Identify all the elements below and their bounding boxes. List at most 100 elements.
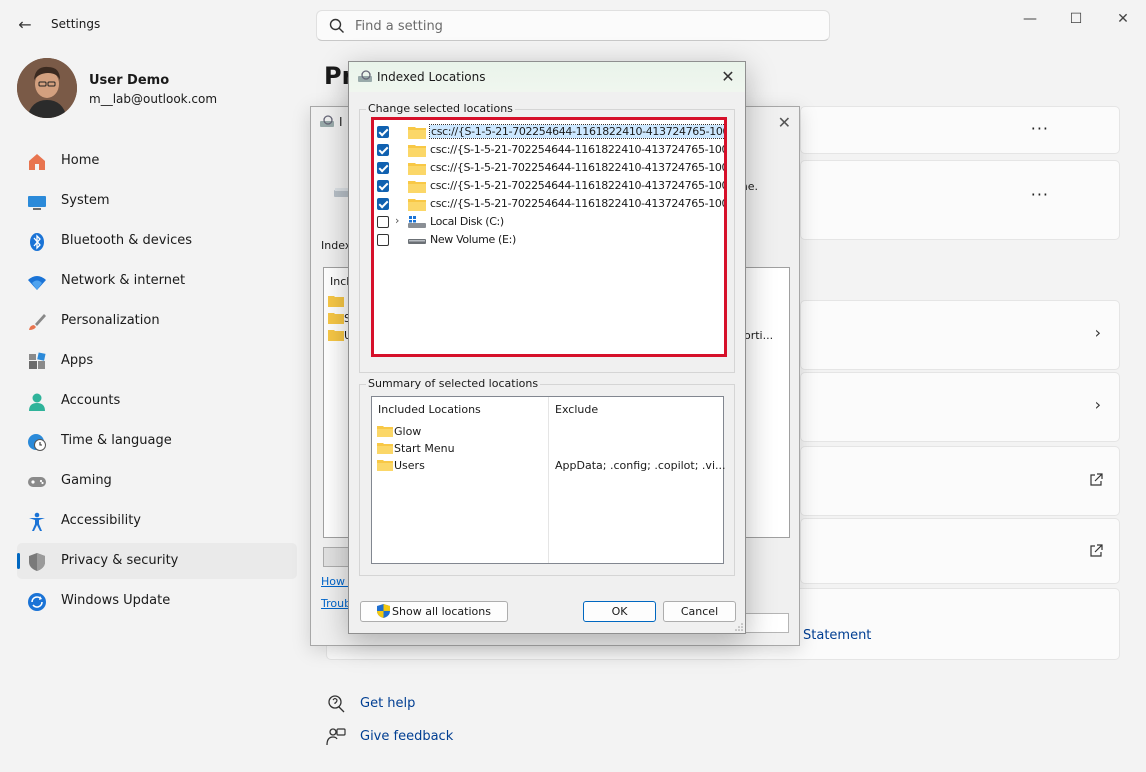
search-icon — [329, 18, 344, 33]
profile-email: m__lab@outlook.com — [89, 92, 218, 106]
location-checkbox[interactable] — [377, 234, 389, 246]
folder-icon — [408, 163, 426, 175]
tree-item[interactable]: csc://{S-1-5-21-702254644-1161822410-413… — [374, 123, 724, 141]
tree-item-label: New Volume (E:) — [430, 233, 516, 246]
button-label: Show all locations — [392, 605, 491, 618]
sidebar-item-bluetooth[interactable]: Bluetooth & devices — [17, 223, 297, 259]
location-checkbox[interactable] — [377, 162, 389, 174]
chevron-right-icon: › — [1094, 395, 1101, 414]
chevron-right-icon[interactable]: › — [395, 214, 399, 227]
location-checkbox[interactable] — [377, 144, 389, 156]
drive-icon — [408, 239, 426, 244]
bluetooth-icon — [30, 233, 44, 251]
settings-card[interactable]: › — [800, 372, 1120, 442]
folder-icon — [377, 460, 393, 471]
close-icon[interactable]: ✕ — [778, 113, 791, 132]
sidebar-item-label: Accounts — [61, 393, 121, 408]
settings-card[interactable] — [800, 446, 1120, 516]
location-checkbox[interactable] — [377, 198, 389, 210]
avatar-image — [17, 58, 77, 118]
close-button[interactable]: ✕ — [1112, 8, 1134, 30]
wifi-icon — [28, 276, 46, 290]
search-input[interactable] — [355, 16, 815, 36]
maximize-button[interactable]: ☐ — [1065, 8, 1087, 30]
column-header-included: Included Locations — [378, 403, 481, 416]
show-all-locations-button[interactable]: Show all locations — [360, 601, 508, 622]
sidebar-item-personalization[interactable]: Personalization — [17, 303, 297, 339]
give-feedback-link[interactable]: Give feedback — [360, 729, 453, 744]
indexing-icon — [358, 70, 372, 82]
sidebar-item-system[interactable]: System — [17, 183, 297, 219]
folder-icon — [328, 330, 344, 341]
sidebar-item-label: Apps — [61, 353, 94, 368]
tree-item[interactable]: csc://{S-1-5-21-702254644-1161822410-413… — [374, 159, 727, 177]
search-box[interactable] — [316, 10, 830, 41]
sidebar-item-windows-update[interactable]: Windows Update — [17, 583, 297, 619]
more-options-icon[interactable]: ··· — [1031, 185, 1049, 204]
sidebar-item-apps[interactable]: Apps — [17, 343, 297, 379]
sidebar-item-accessibility[interactable]: Accessibility — [17, 503, 297, 539]
sidebar-item-privacy-security[interactable]: Privacy & security — [17, 543, 297, 579]
folder-icon — [408, 127, 426, 139]
tree-item[interactable]: csc://{S-1-5-21-702254644-1161822410-413… — [374, 195, 724, 213]
list-item[interactable]: Glow — [376, 423, 721, 440]
dialog-title-bar: Indexed Locations ✕ — [349, 62, 745, 92]
get-help-link[interactable]: Get help — [360, 696, 415, 711]
column-divider — [548, 397, 549, 563]
settings-card[interactable]: ··· — [800, 106, 1120, 154]
sidebar-item-network[interactable]: Network & internet — [17, 263, 297, 299]
location-checkbox[interactable] — [377, 180, 389, 192]
app-title: Settings — [51, 17, 101, 31]
index-label: Index — [321, 239, 352, 252]
settings-card[interactable]: › — [800, 300, 1120, 370]
cancel-button[interactable]: Cancel — [663, 601, 736, 622]
settings-card[interactable]: ··· — [800, 160, 1120, 240]
folder-icon — [328, 313, 344, 324]
sidebar-item-time-language[interactable]: Time & language — [17, 423, 297, 459]
sidebar-nav: Home System Bluetooth & devices Network … — [17, 143, 297, 623]
tree-item-label: csc://{S-1-5-21-702254644-1161822410-413… — [430, 161, 727, 174]
folder-icon — [408, 145, 426, 157]
location-checkbox[interactable] — [377, 216, 389, 228]
tree-item-label: csc://{S-1-5-21-702254644-1161822410-413… — [430, 143, 727, 156]
sidebar-item-home[interactable]: Home — [17, 143, 297, 179]
tree-item-label: csc://{S-1-5-21-702254644-1161822410-413… — [430, 179, 727, 192]
tree-item-label: Local Disk (C:) — [430, 215, 504, 228]
sidebar-item-gaming[interactable]: Gaming — [17, 463, 297, 499]
tree-item[interactable]: New Volume (E:) — [374, 231, 724, 249]
sidebar-item-label: Accessibility — [61, 513, 141, 528]
apps-icon — [29, 352, 46, 369]
external-link-icon — [1090, 544, 1103, 557]
troubleshoot-link[interactable]: Troub — [321, 597, 351, 610]
more-options-icon[interactable]: ··· — [1031, 119, 1049, 138]
avatar[interactable] — [17, 58, 77, 118]
settings-card[interactable] — [800, 518, 1120, 584]
minimize-button[interactable]: — — [1019, 8, 1041, 30]
sidebar-item-label: Personalization — [61, 313, 160, 328]
tree-item[interactable]: › Local Disk (C:) — [374, 213, 724, 231]
resize-grip-icon[interactable] — [735, 623, 743, 631]
close-button[interactable] — [741, 613, 789, 633]
tree-item[interactable]: csc://{S-1-5-21-702254644-1161822410-413… — [374, 141, 727, 159]
sidebar-item-label: Bluetooth & devices — [61, 233, 192, 248]
feedback-icon — [326, 728, 346, 746]
sidebar-item-accounts[interactable]: Accounts — [17, 383, 297, 419]
tree-item[interactable]: csc://{S-1-5-21-702254644-1161822410-413… — [374, 177, 727, 195]
update-icon — [28, 593, 46, 611]
summary-list[interactable]: Included Locations Exclude Glow Start Me… — [371, 396, 725, 564]
list-item[interactable]: Users AppData; .config; .copilot; .vi... — [376, 457, 725, 474]
sidebar-item-label: Gaming — [61, 473, 112, 488]
ok-button[interactable]: OK — [583, 601, 656, 622]
sidebar-item-label: Privacy & security — [61, 553, 179, 568]
clock-globe-icon — [28, 434, 46, 451]
privacy-statement-link[interactable]: Statement — [803, 628, 871, 643]
close-icon[interactable]: ✕ — [717, 66, 739, 88]
title-bar: ← Settings — ☐ ✕ — [0, 0, 1146, 48]
location-tree[interactable]: csc://{S-1-5-21-702254644-1161822410-413… — [371, 117, 727, 357]
location-checkbox[interactable] — [377, 126, 389, 138]
back-button[interactable]: ← — [14, 14, 36, 36]
list-item[interactable]: Start Menu — [376, 440, 721, 457]
folder-icon — [408, 181, 426, 193]
group-label: Summary of selected locations — [366, 377, 541, 390]
brush-icon — [29, 314, 46, 330]
